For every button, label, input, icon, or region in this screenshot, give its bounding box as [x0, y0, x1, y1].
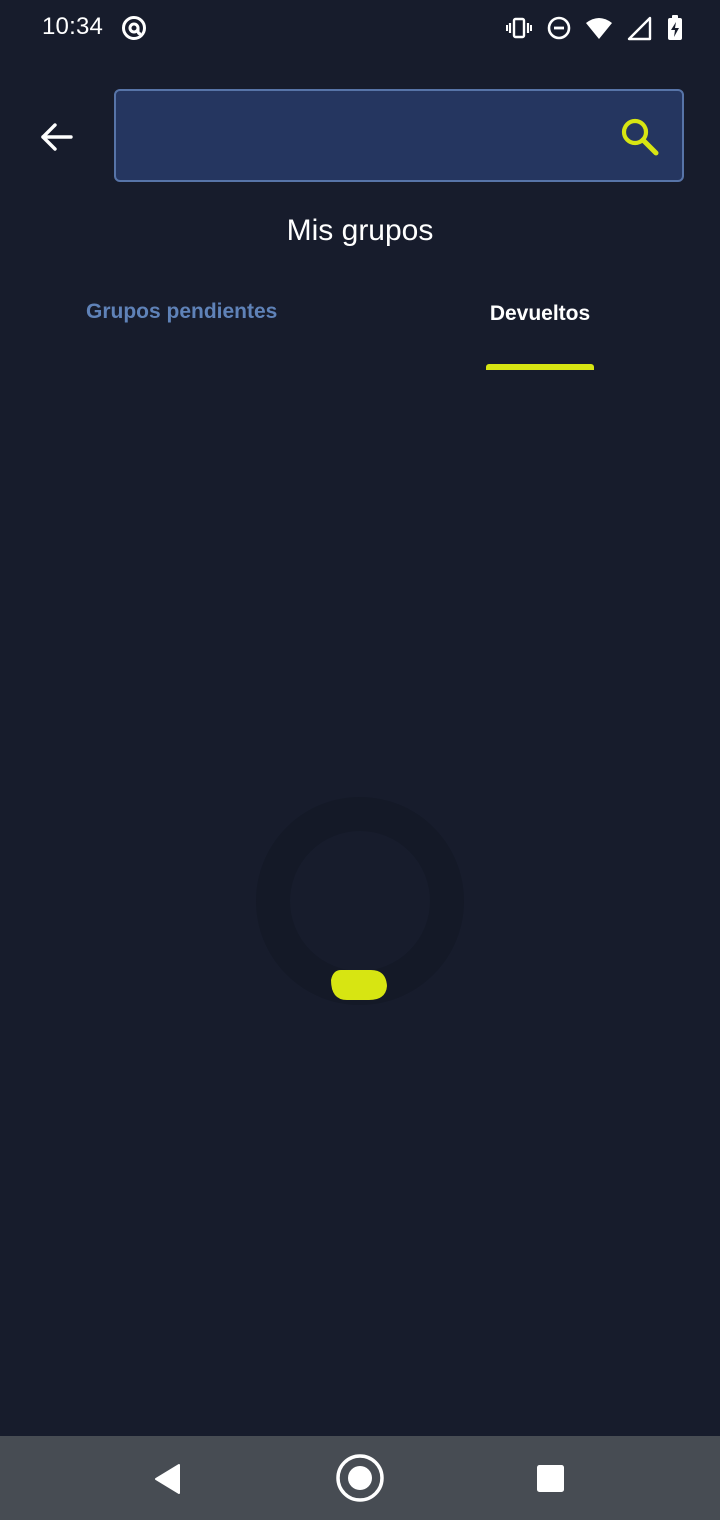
do-not-disturb-icon [546, 14, 572, 42]
search-box[interactable] [114, 89, 684, 182]
tab-selected-indicator [486, 364, 594, 370]
cell-signal-icon [626, 14, 652, 42]
tab-label: Grupos pendientes [86, 300, 278, 323]
status-bar: 10:34 [0, 0, 720, 56]
arrow-left-icon [34, 114, 80, 160]
loading-spinner [255, 796, 465, 1006]
tab-grupos-pendientes[interactable]: Grupos pendientes [86, 300, 277, 368]
nav-recents-button[interactable] [526, 1454, 576, 1504]
screen: 10:34 Mis grupos Grupos pendientes Devue… [0, 0, 720, 1520]
wifi-icon [586, 14, 612, 42]
vibrate-icon [506, 14, 532, 42]
search-input[interactable] [132, 109, 612, 163]
status-icons [506, 14, 684, 42]
battery-charging-icon [666, 14, 684, 42]
home-circle-icon [334, 1452, 386, 1504]
back-triangle-icon [144, 1454, 194, 1504]
at-sign-icon [120, 14, 148, 42]
tab-devueltos[interactable]: Devueltos [486, 302, 594, 370]
page-title: Mis grupos [286, 214, 434, 247]
tab-label: Devueltos [489, 302, 591, 325]
nav-home-button[interactable] [334, 1452, 386, 1504]
nav-back-button[interactable] [144, 1454, 194, 1504]
search-icon[interactable] [618, 115, 662, 159]
back-button[interactable] [34, 114, 80, 160]
system-nav-bar [0, 1436, 720, 1520]
status-time: 10:34 [42, 13, 104, 40]
recents-square-icon [526, 1454, 576, 1504]
